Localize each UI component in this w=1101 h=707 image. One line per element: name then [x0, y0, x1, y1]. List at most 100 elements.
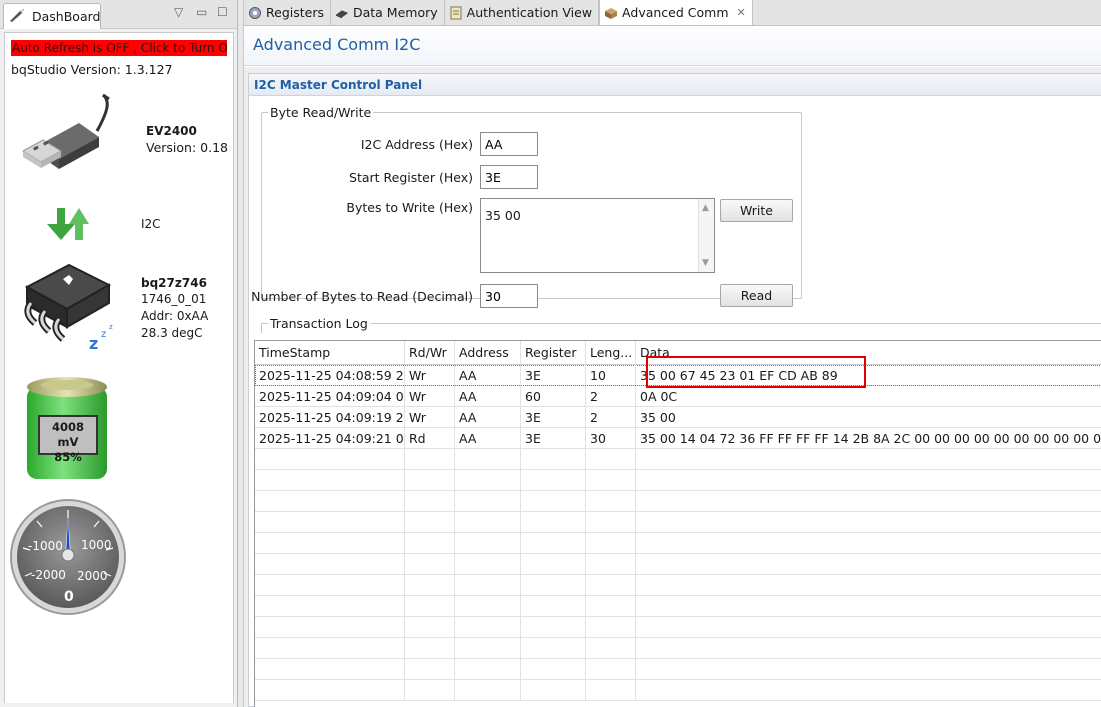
cell-register: 60 — [521, 386, 586, 406]
scroll-up-icon[interactable]: ▲ — [702, 203, 709, 213]
cell-data: 0A 0C — [640, 389, 678, 404]
device-name: bq27z746 — [141, 276, 207, 290]
gauge-tick-neg1000: -1000 — [28, 539, 63, 553]
dashboard-tab-label: DashBoard — [32, 9, 101, 24]
transaction-log-table[interactable]: TimeStamp Rd/Wr Address Register Leng...… — [254, 340, 1101, 707]
empty-row — [255, 575, 1101, 596]
page-title: Advanced Comm I2C — [253, 35, 421, 54]
bytes-to-read-input[interactable] — [480, 284, 538, 308]
dashboard-panel: DashBoard ▽ ▭ ☐ Auto Refresh is OFF , Cl… — [0, 0, 238, 707]
table-row[interactable]: 2025-11-25 04:09:21 0... Rd AA 3E 30 35 … — [255, 428, 1101, 449]
gear-icon — [248, 6, 262, 20]
empty-row — [255, 554, 1101, 575]
i2c-address-label: I2C Address (Hex) — [360, 137, 473, 152]
empty-row — [255, 659, 1101, 680]
device-address: Addr: 0xAA — [141, 309, 209, 323]
auth-icon — [449, 6, 463, 20]
read-button[interactable]: Read — [720, 284, 793, 307]
cell-timestamp: 2025-11-25 04:08:59 2... — [255, 365, 405, 385]
i2c-master-panel: I2C Master Control Panel Byte Read/Write… — [248, 73, 1101, 707]
cell-address: AA — [455, 407, 521, 427]
bytes-to-write-label: Bytes to Write (Hex) — [346, 200, 473, 215]
empty-row — [255, 680, 1101, 701]
dashboard-icon — [8, 7, 26, 26]
table-row[interactable]: 2025-11-25 04:09:04 0... Wr AA 60 2 0A 0… — [255, 386, 1101, 407]
tab-advanced-comm-label: Advanced Comm — [622, 5, 729, 20]
cell-register: 3E — [521, 428, 586, 448]
battery-voltage: 4008 mV — [51, 420, 84, 449]
memory-icon — [335, 6, 349, 20]
adapter-name: EV2400 — [146, 124, 197, 138]
byte-rw-legend: Byte Read/Write — [270, 105, 372, 120]
dashboard-body: Auto Refresh is OFF , Click to Turn On b… — [4, 32, 234, 703]
col-rdwr[interactable]: Rd/Wr — [405, 341, 455, 364]
gauge-tick-neg2000: -2000 — [31, 568, 66, 582]
sleep-indicator-small: z — [101, 329, 106, 340]
col-timestamp[interactable]: TimeStamp — [255, 341, 405, 364]
start-register-label: Start Register (Hex) — [349, 170, 473, 185]
cell-register: 3E — [521, 407, 586, 427]
usb-adapter-icon — [19, 93, 124, 186]
view-menu-icon[interactable]: ▽ — [174, 5, 183, 19]
table-row[interactable]: 2025-11-25 04:09:19 2... Wr AA 3E 2 35 0… — [255, 407, 1101, 428]
cell-rdwr: Wr — [405, 407, 455, 427]
page-title-bar: Advanced Comm I2C — [244, 26, 1101, 66]
auto-refresh-toggle[interactable]: Auto Refresh is OFF , Click to Turn On — [11, 40, 227, 56]
scroll-down-icon[interactable]: ▼ — [702, 258, 709, 268]
cell-timestamp: 2025-11-25 04:09:21 0... — [255, 428, 405, 448]
cell-data: 35 00 14 04 72 36 FF FF FF FF 14 2B 8A 2… — [640, 431, 1101, 446]
empty-row — [255, 596, 1101, 617]
start-register-input[interactable] — [480, 165, 538, 189]
bytes-to-read-label: Number of Bytes to Read (Decimal) — [251, 289, 473, 304]
sleep-indicator-tiny: z — [109, 323, 113, 331]
sleep-indicator: z — [89, 334, 98, 353]
cell-length: 2 — [586, 386, 636, 406]
empty-row — [255, 491, 1101, 512]
cell-length: 10 — [586, 365, 636, 385]
col-register[interactable]: Register — [521, 341, 586, 364]
current-gauge: -1000 1000 -2000 2000 0 — [9, 498, 127, 616]
device-temperature: 28.3 degC — [141, 326, 203, 340]
cell-rdwr: Wr — [405, 386, 455, 406]
battery-readout: 4008 mV 85% — [38, 415, 98, 464]
cell-length: 2 — [586, 407, 636, 427]
panel-title: I2C Master Control Panel — [249, 74, 1101, 96]
editor-area: Registers Data Memory Authentication Vie… — [243, 0, 1101, 707]
gauge-tick-1000: 1000 — [81, 538, 112, 552]
empty-row — [255, 617, 1101, 638]
col-length[interactable]: Leng... — [586, 341, 636, 364]
cell-address: AA — [455, 365, 521, 385]
col-address[interactable]: Address — [455, 341, 521, 364]
editor-tabbar: Registers Data Memory Authentication Vie… — [244, 0, 1101, 26]
tab-authentication-view[interactable]: Authentication View — [444, 0, 600, 25]
write-button[interactable]: Write — [720, 199, 793, 222]
close-tab-icon[interactable]: ✕ — [737, 6, 746, 19]
device-fw: 1746_0_01 — [141, 292, 207, 306]
empty-row — [255, 470, 1101, 491]
textarea-scrollbar[interactable]: ▲ ▼ — [698, 199, 714, 272]
cell-length: 30 — [586, 428, 636, 448]
tab-data-memory[interactable]: Data Memory — [330, 0, 445, 25]
bytes-to-write-input[interactable]: 35 00 ▲ ▼ — [480, 198, 715, 273]
gauge-chip-icon: z z z — [17, 257, 127, 360]
battery-soc: 85% — [54, 450, 82, 464]
cell-address: AA — [455, 386, 521, 406]
cell-rdwr: Wr — [405, 365, 455, 385]
dashboard-tab[interactable]: DashBoard — [3, 3, 101, 29]
maximize-icon[interactable]: ☐ — [217, 5, 228, 19]
transaction-log-legend: Transaction Log — [268, 316, 370, 331]
gauge-value: 0 — [64, 589, 74, 605]
link-label: I2C — [141, 217, 161, 231]
cell-address: AA — [455, 428, 521, 448]
tab-registers[interactable]: Registers — [244, 0, 331, 25]
dashboard-tabbar: DashBoard ▽ ▭ ☐ — [0, 0, 237, 29]
cell-register: 3E — [521, 365, 586, 385]
bqstudio-version: bqStudio Version: 1.3.127 — [11, 62, 173, 77]
i2c-address-input[interactable] — [480, 132, 538, 156]
link-arrows-icon — [45, 206, 91, 245]
adapter-version: Version: 0.18 — [146, 140, 228, 155]
minimize-icon[interactable]: ▭ — [196, 5, 207, 19]
cell-data: 35 00 — [640, 410, 676, 425]
tab-data-memory-label: Data Memory — [352, 5, 438, 20]
tab-advanced-comm[interactable]: Advanced Comm ✕ — [599, 0, 753, 25]
